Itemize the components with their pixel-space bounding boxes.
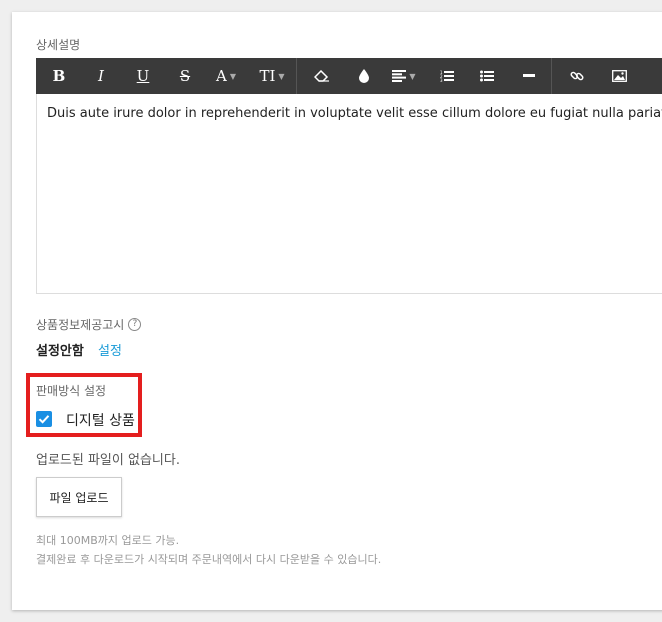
- unordered-list-button[interactable]: [467, 58, 507, 94]
- eraser-button[interactable]: [297, 58, 347, 94]
- sale-method-title: 판매방식 설정: [36, 384, 107, 398]
- notice-value: 설정안함: [36, 344, 84, 359]
- chevron-down-icon: ▼: [229, 71, 236, 81]
- ordered-list-button[interactable]: 123: [427, 58, 467, 94]
- upload-hint-size: 최대 100MB까지 업로드 가능.: [36, 534, 180, 547]
- strikethrough-button[interactable]: S: [166, 58, 204, 94]
- svg-text:3: 3: [440, 78, 443, 82]
- image-button[interactable]: [602, 58, 636, 94]
- product-form-card: 상세설명 B I U S A ▼ TI ▼ ▼ 123 Duis aute ir…: [12, 12, 662, 610]
- font-color-label: A: [216, 67, 227, 85]
- detail-label: 상세설명: [36, 38, 81, 52]
- horizontal-rule-button[interactable]: [507, 58, 551, 94]
- digital-product-checkbox[interactable]: [36, 411, 52, 427]
- digital-product-label[interactable]: 디지털 상품: [66, 410, 135, 430]
- image-icon: [611, 70, 627, 82]
- editor-content[interactable]: Duis aute irure dolor in reprehenderit i…: [36, 94, 662, 294]
- chevron-down-icon: ▼: [278, 71, 285, 81]
- ordered-list-icon: 123: [440, 70, 454, 82]
- eraser-icon: [314, 70, 329, 82]
- unordered-list-icon: [480, 70, 494, 82]
- font-size-button[interactable]: TI ▼: [248, 58, 296, 94]
- notice-title-row: 상품정보제공고시 ?: [36, 316, 142, 333]
- notice-setting-link[interactable]: 설정: [98, 340, 122, 359]
- file-upload-button[interactable]: 파일 업로드: [36, 477, 122, 517]
- color-fill-button[interactable]: [347, 58, 381, 94]
- align-left-icon: [392, 70, 407, 82]
- horizontal-rule-icon: [523, 74, 535, 77]
- link-icon: [570, 71, 584, 81]
- link-button[interactable]: [552, 58, 602, 94]
- font-color-button[interactable]: A ▼: [204, 58, 248, 94]
- no-file-message: 업로드된 파일이 없습니다.: [36, 453, 180, 468]
- chevron-down-icon: ▼: [409, 71, 416, 81]
- bold-button[interactable]: B: [36, 58, 82, 94]
- droplet-icon: [359, 69, 369, 83]
- upload-hint-download: 결제완료 후 다운로드가 시작되며 주문내역에서 다시 다운받을 수 있습니다.: [36, 553, 382, 566]
- underline-button[interactable]: U: [120, 58, 166, 94]
- checkmark-icon: [38, 415, 50, 424]
- align-button[interactable]: ▼: [381, 58, 427, 94]
- notice-title: 상품정보제공고시: [36, 318, 125, 332]
- italic-button[interactable]: I: [82, 58, 120, 94]
- editor-toolbar: B I U S A ▼ TI ▼ ▼ 123: [36, 58, 662, 94]
- font-size-label: TI: [259, 67, 276, 85]
- help-icon[interactable]: ?: [128, 318, 142, 331]
